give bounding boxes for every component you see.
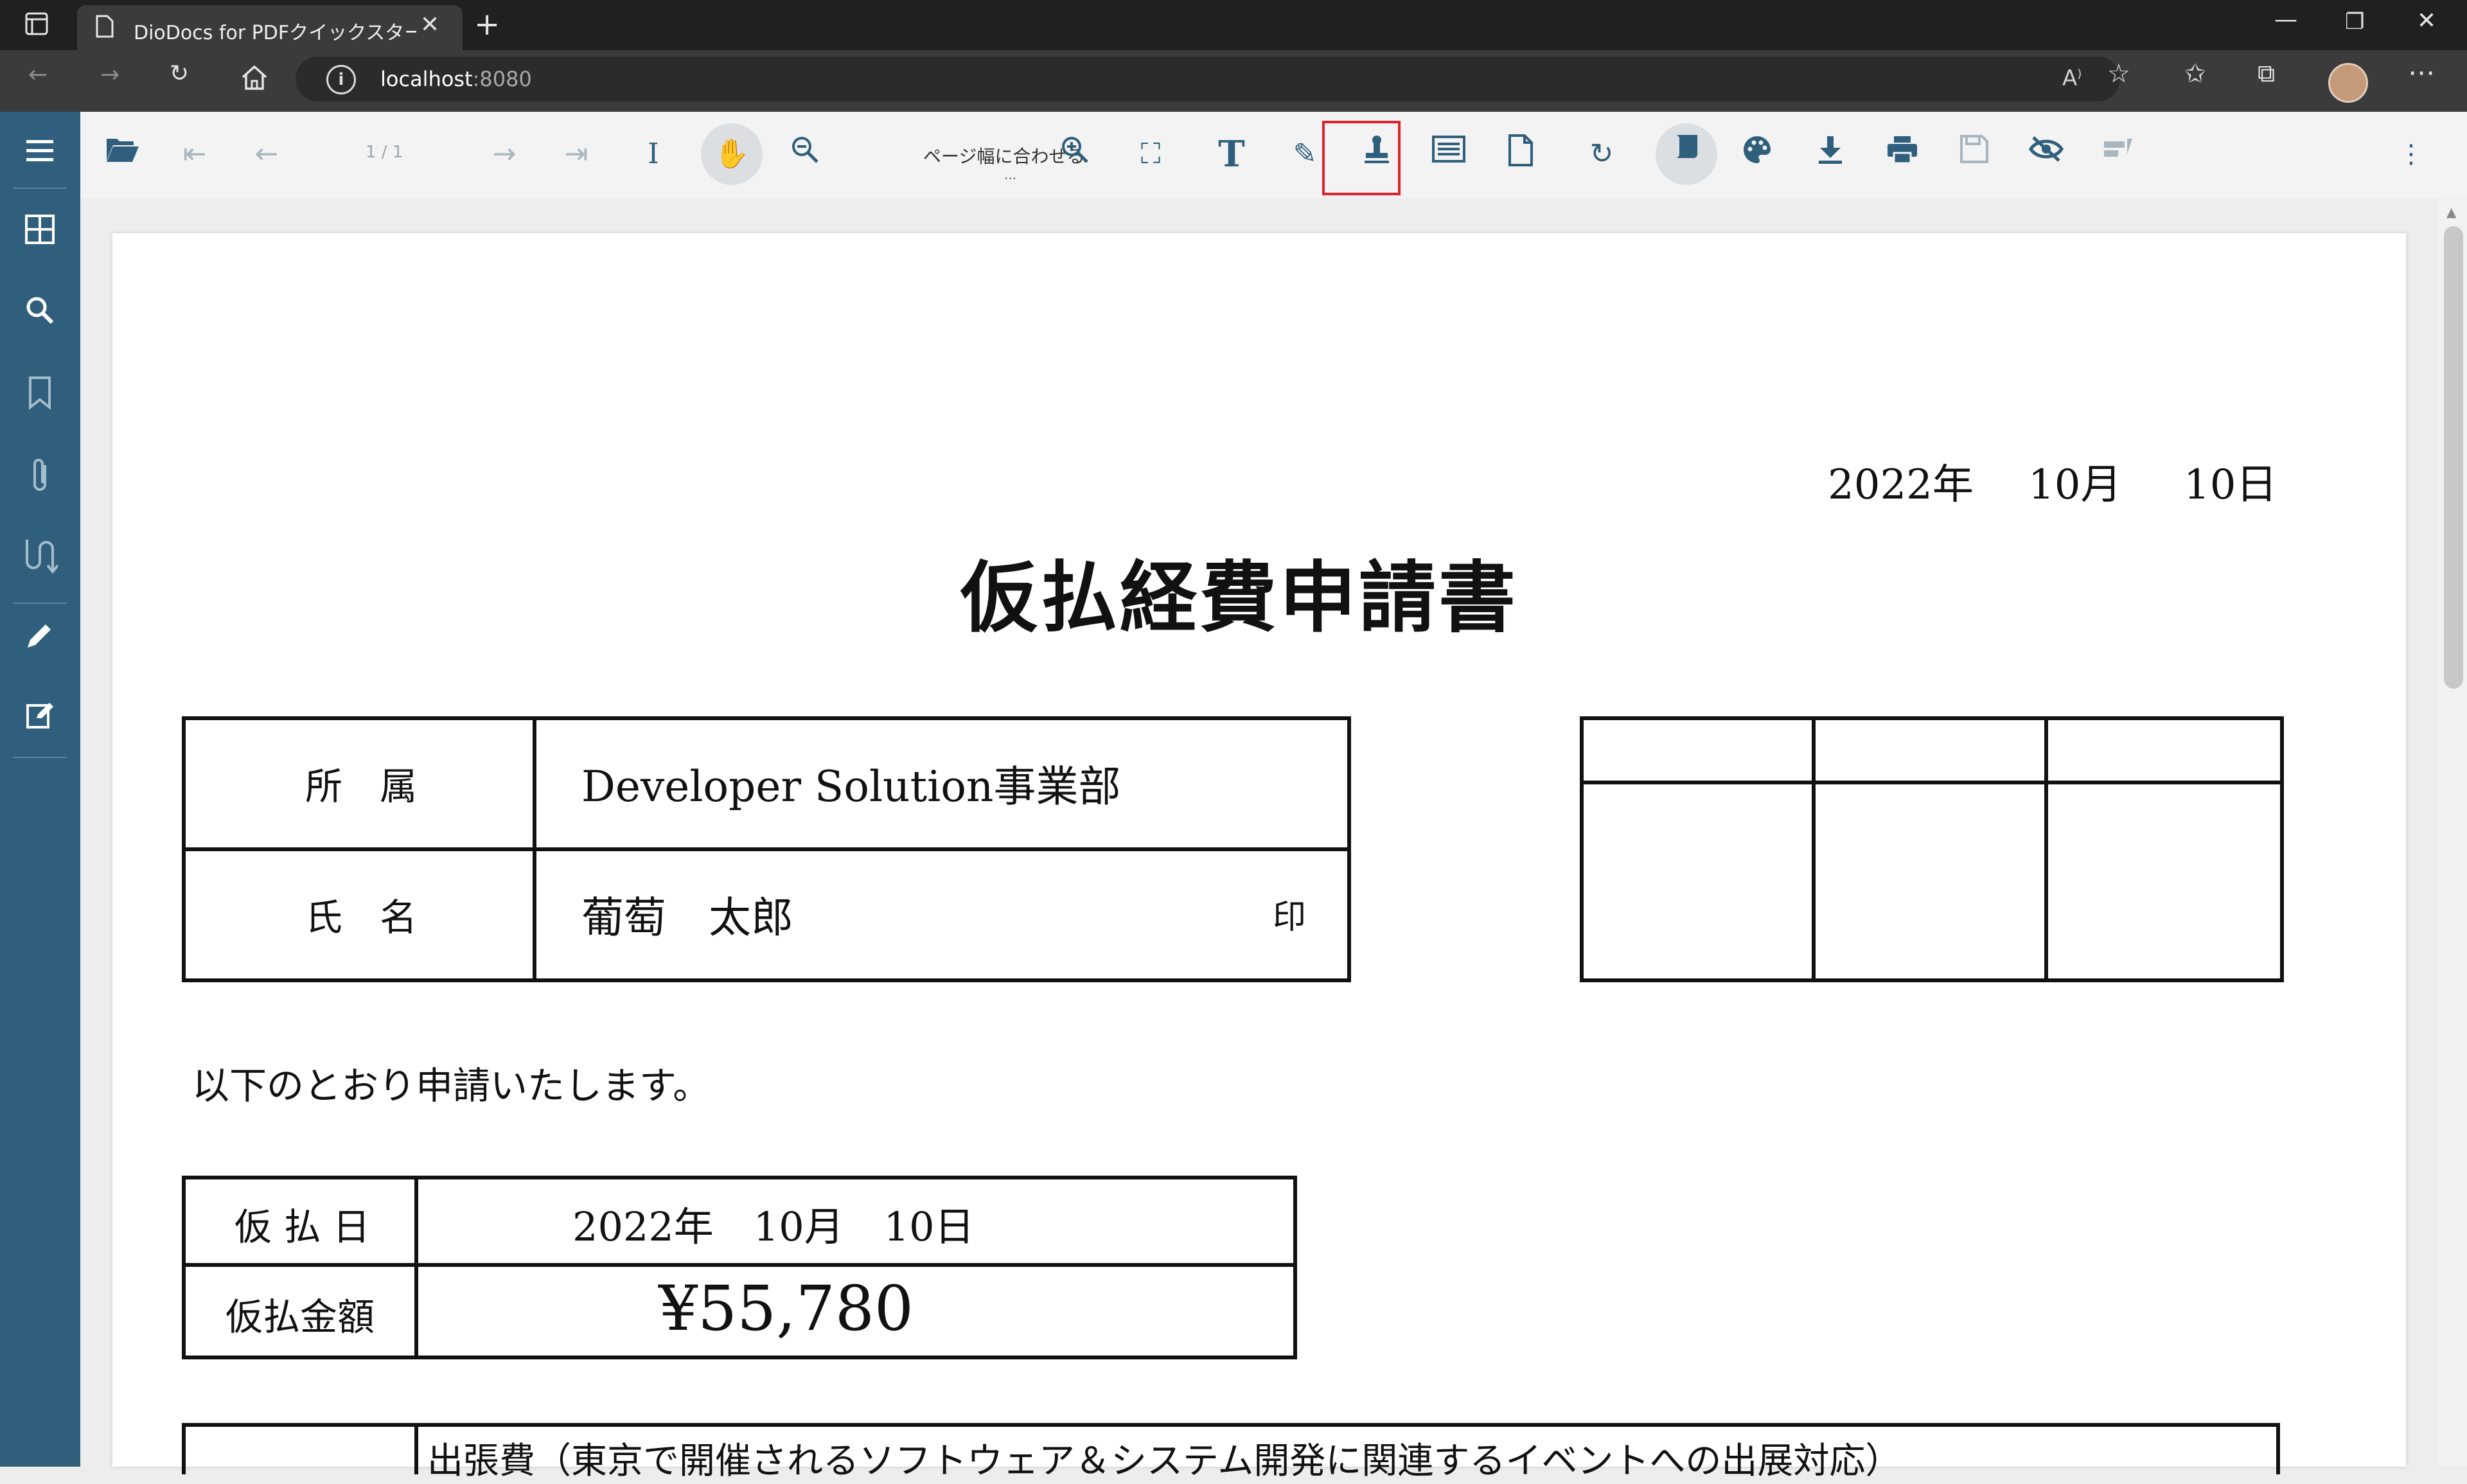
- download-icon[interactable]: [1810, 134, 1851, 175]
- viewer-toolbar: ⇤ ← 1 / 1 → ⇥ I ✋ ページ幅に合わせる ... ⛶ T ✎ ↻ …: [80, 112, 2467, 199]
- avatar[interactable]: [2328, 63, 2368, 103]
- form-editor-icon[interactable]: [21, 699, 59, 738]
- text-tool-icon[interactable]: T: [1211, 134, 1252, 175]
- document-date-day: 10日: [2184, 461, 2277, 509]
- sidebar-divider: [13, 757, 67, 758]
- close-tab-icon[interactable]: ✕: [420, 12, 439, 38]
- new-document-icon[interactable]: [1500, 134, 1541, 175]
- draw-tools-icon[interactable]: ✎: [1284, 134, 1325, 175]
- pan-tool-icon[interactable]: ✋: [701, 123, 763, 185]
- search-icon[interactable]: [21, 294, 59, 333]
- bookmark-icon[interactable]: [21, 375, 59, 414]
- print-icon[interactable]: [1882, 134, 1923, 175]
- expense-item-description: 出張費（東京で開催されるソフトウェア＆システム開発に関連するイベントへの出展対応…: [427, 1440, 1902, 1482]
- expense-table-divider: [414, 1423, 418, 1474]
- back-icon[interactable]: ←: [28, 62, 48, 88]
- expense-table-top: [182, 1423, 2280, 1427]
- page-icon: [95, 14, 114, 39]
- url-text: localhost:8080: [380, 67, 532, 91]
- structure-tree-icon[interactable]: [21, 536, 59, 574]
- site-info-icon[interactable]: i: [326, 65, 356, 94]
- rotate-icon[interactable]: ↻: [1581, 134, 1622, 175]
- hamburger-menu-icon[interactable]: [21, 134, 59, 172]
- sidebar-divider: [13, 603, 67, 604]
- department-value: Developer Solution事業部: [581, 762, 1121, 811]
- approval-stamp-grid: [1580, 716, 2284, 982]
- next-page-icon[interactable]: →: [484, 134, 525, 175]
- attachment-icon[interactable]: [21, 456, 59, 495]
- minimize-icon[interactable]: —: [2274, 6, 2297, 33]
- zoom-more-text: ...: [1004, 167, 1017, 182]
- tab-actions-icon[interactable]: [24, 12, 49, 42]
- open-file-icon[interactable]: [102, 134, 143, 175]
- save-icon[interactable]: [1954, 134, 1995, 175]
- fullscreen-icon[interactable]: ⛶: [1130, 134, 1171, 175]
- name-value: 葡萄 太郎: [581, 893, 793, 942]
- thumbnails-icon[interactable]: [21, 213, 59, 252]
- collections-icon[interactable]: ⧉: [2258, 59, 2275, 88]
- forward-icon[interactable]: →: [100, 62, 119, 88]
- seal-label: 印: [1273, 898, 1307, 937]
- close-window-icon[interactable]: ✕: [2417, 8, 2436, 34]
- table-divider: [182, 847, 1351, 851]
- more-options-icon[interactable]: ⋮: [2391, 134, 2432, 175]
- new-tab-icon[interactable]: +: [474, 6, 500, 42]
- add-favorite-icon[interactable]: ☆: [2107, 59, 2130, 89]
- name-label: 氏 名: [305, 896, 418, 939]
- refresh-icon[interactable]: ↻: [170, 60, 189, 87]
- expense-table-right: [2276, 1423, 2280, 1474]
- advance-amount-label: 仮払金額: [225, 1295, 375, 1339]
- pdf-page: 2022年 10月 10日 仮払経費申請書 所 属 Developer Solu…: [112, 233, 2406, 1482]
- browser-tab-bar: DioDocs for PDFクイックスタート | P ✕ + — ❐ ✕: [0, 0, 2467, 50]
- zoom-in-icon[interactable]: [1054, 134, 1095, 175]
- form-fields-icon[interactable]: [1428, 134, 1469, 175]
- browser-toolbar: ← → ↻ i localhost:8080 A) ☆ ✩ ⧉ ⋯: [0, 50, 2467, 112]
- first-page-icon[interactable]: ⇤: [174, 134, 215, 175]
- hide-annotations-icon[interactable]: [2026, 134, 2067, 175]
- document-date-year: 2022年: [1828, 461, 1974, 509]
- edit-pencil-icon[interactable]: [21, 619, 59, 658]
- previous-page-icon[interactable]: ←: [246, 134, 287, 175]
- page-indicator[interactable]: 1 / 1: [366, 143, 403, 162]
- scrollbar-thumb[interactable]: [2444, 226, 2463, 689]
- table-divider: [182, 1263, 1297, 1267]
- table-divider: [533, 716, 536, 982]
- more-icon[interactable]: ⋯: [2408, 57, 2435, 88]
- expense-table-left: [182, 1423, 186, 1474]
- stamp-grid-line: [2044, 716, 2048, 982]
- text-selection-icon[interactable]: I: [633, 134, 674, 175]
- restore-icon[interactable]: ❐: [2345, 9, 2364, 35]
- favorites-icon[interactable]: ✩: [2184, 59, 2206, 89]
- zoom-out-icon[interactable]: [784, 134, 826, 175]
- stamp-grid-line: [1812, 716, 1816, 982]
- document-date-month: 10月: [2028, 461, 2122, 509]
- redact-icon[interactable]: [2098, 134, 2139, 175]
- sidebar-divider: [13, 188, 67, 189]
- read-aloud-icon[interactable]: A): [2062, 66, 2082, 91]
- advance-date-label: 仮 払 日: [234, 1205, 370, 1249]
- comments-panel-icon[interactable]: [1656, 123, 1717, 185]
- last-page-icon[interactable]: ⇥: [556, 134, 597, 175]
- advance-amount-value: ¥55,780: [659, 1273, 914, 1345]
- viewer-sidebar: [0, 112, 80, 1467]
- intro-text: 以下のとおり申請いたします。: [192, 1064, 711, 1108]
- home-icon[interactable]: [240, 64, 269, 94]
- theme-palette-icon[interactable]: [1737, 134, 1778, 175]
- table-divider: [414, 1176, 418, 1359]
- stamp-grid-line: [1580, 781, 2284, 784]
- browser-tab-active[interactable]: DioDocs for PDFクイックスタート | P ✕: [77, 5, 463, 50]
- document-title: 仮払経費申請書: [960, 552, 1518, 643]
- advance-date-value: 2022年 10月 10日: [572, 1203, 975, 1250]
- scroll-up-icon[interactable]: ▲: [2446, 204, 2456, 220]
- department-label: 所 属: [305, 764, 418, 808]
- address-bar[interactable]: i localhost:8080 A): [296, 57, 2120, 102]
- stamp-highlight-marker: [1322, 121, 1401, 195]
- tab-title: DioDocs for PDFクイックスタート | P: [134, 22, 416, 44]
